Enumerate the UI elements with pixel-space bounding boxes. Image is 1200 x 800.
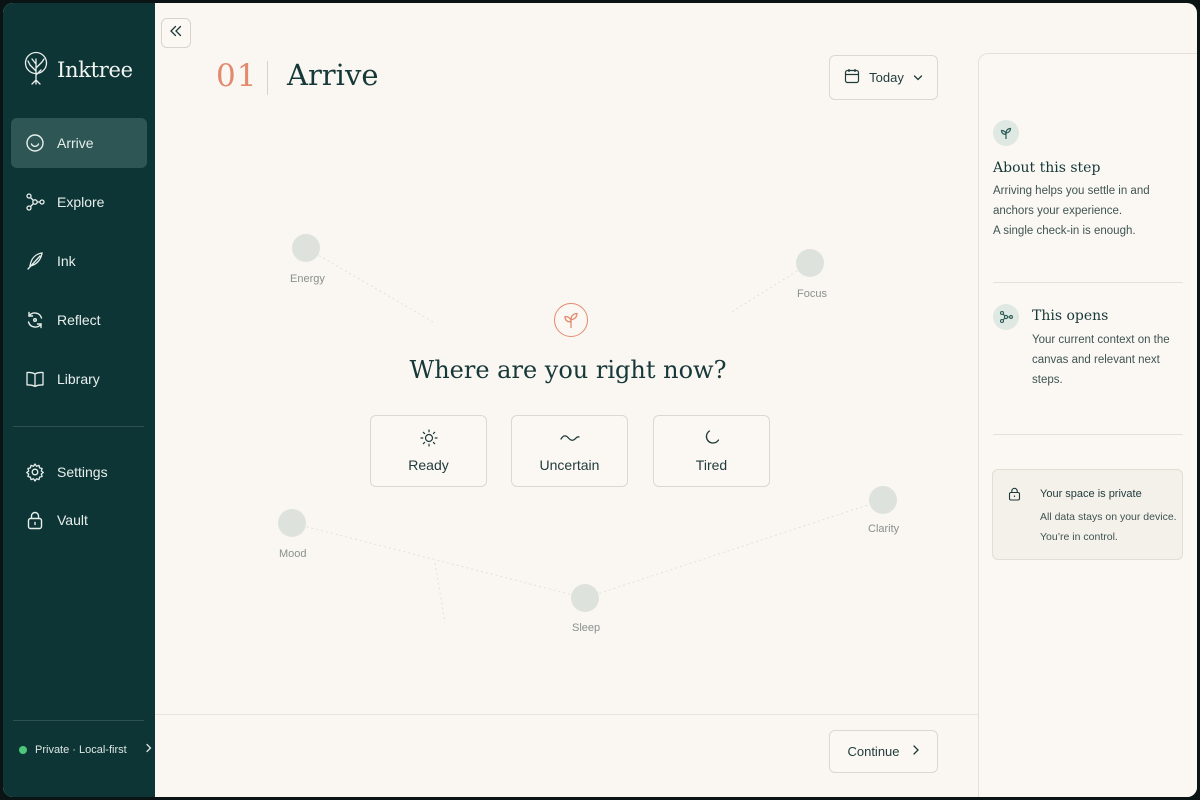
choice-label: Tired — [695, 457, 728, 473]
tree-logo-icon — [23, 51, 49, 90]
opens-text: Your current context on the canvas and r… — [1032, 330, 1182, 390]
lock-icon — [1008, 487, 1021, 506]
arrive-icon — [25, 133, 45, 153]
lock-icon — [25, 510, 45, 530]
privacy-card: Your space is private All data stays on … — [992, 469, 1183, 560]
moon-icon — [703, 429, 721, 450]
sidebar-item-arrive[interactable]: Arrive — [11, 118, 147, 168]
date-label: Today — [869, 70, 904, 85]
privacy-title: Your space is private — [1040, 488, 1142, 500]
sidebar-item-explore[interactable]: Explore — [11, 177, 147, 227]
sidebar-item-library[interactable]: Library — [11, 354, 147, 404]
network-badge-icon — [993, 304, 1019, 330]
sun-icon — [419, 429, 438, 450]
sidebar-item-label: Explore — [57, 194, 105, 210]
node-label-mood: Mood — [279, 548, 307, 560]
brand[interactable]: Inktree — [23, 51, 133, 90]
node-sleep[interactable] — [571, 584, 599, 612]
page-title: Arrive — [287, 58, 379, 92]
choice-tired-button[interactable]: Tired — [653, 415, 770, 487]
sidebar-nav: Arrive Explore Ink Reflect Library — [11, 118, 147, 413]
chevron-right-icon — [912, 744, 920, 759]
node-mood[interactable] — [278, 509, 306, 537]
sidebar-secondary-nav: Settings Vault — [11, 452, 147, 548]
privacy-text: All data stays on your device. You’re in… — [1040, 507, 1182, 547]
sidebar-item-label: Settings — [57, 464, 108, 480]
sidebar-item-label: Library — [57, 371, 100, 387]
choice-uncertain-button[interactable]: Uncertain — [511, 415, 628, 487]
app-name: Inktree — [57, 58, 133, 82]
double-chevron-left-icon — [169, 24, 183, 42]
sprout-badge-icon — [993, 120, 1019, 146]
choice-ready-button[interactable]: Ready — [370, 415, 487, 487]
node-clarity[interactable] — [869, 486, 897, 514]
checkin-question: Where are you right now? — [409, 356, 727, 384]
sidebar: Inktree Arrive Explore Ink Reflect Libra… — [3, 3, 155, 797]
privacy-line: You’re in control. — [1040, 531, 1118, 543]
node-energy[interactable] — [292, 234, 320, 262]
node-label-sleep: Sleep — [572, 622, 601, 634]
sidebar-item-label: Reflect — [57, 312, 101, 328]
about-text: Arriving helps you settle in and anchors… — [993, 181, 1183, 241]
wave-icon — [559, 429, 580, 450]
status-text: Private · Local-first — [35, 743, 127, 756]
about-line: anchors your experience. — [993, 205, 1123, 217]
explore-icon — [25, 192, 45, 212]
status-dot — [19, 745, 27, 754]
sidebar-item-settings[interactable]: Settings — [11, 452, 147, 492]
continue-button[interactable]: Continue — [829, 730, 938, 773]
sidebar-item-ink[interactable]: Ink — [11, 236, 147, 286]
sidebar-item-label: Ink — [57, 253, 76, 269]
chevron-right-icon — [145, 743, 153, 756]
panel-divider — [993, 434, 1183, 435]
node-focus[interactable] — [796, 249, 824, 277]
about-title: About this step — [993, 160, 1101, 176]
sidebar-item-vault[interactable]: Vault — [11, 500, 147, 540]
node-label-focus: Focus — [797, 288, 827, 300]
privacy-status[interactable]: Private · Local-first — [19, 743, 153, 756]
sidebar-divider — [13, 720, 144, 721]
node-label-energy: Energy — [290, 273, 325, 285]
calendar-icon — [844, 68, 860, 87]
step-number: 01 — [216, 58, 258, 94]
gear-icon — [25, 462, 45, 482]
reflect-icon — [25, 310, 45, 330]
privacy-line: All data stays on your device. — [1040, 511, 1177, 523]
node-label-clarity: Clarity — [868, 523, 900, 535]
date-picker-button[interactable]: Today — [829, 55, 938, 100]
opens-line: steps. — [1032, 374, 1063, 386]
opens-title: This opens — [1032, 308, 1109, 324]
choice-label: Uncertain — [539, 457, 600, 473]
sidebar-item-label: Arrive — [57, 135, 94, 151]
opens-line: Your current context on the — [1032, 334, 1170, 346]
title-divider — [267, 61, 268, 95]
step-info-panel: About this step Arriving helps you settl… — [978, 53, 1197, 797]
sidebar-divider — [13, 426, 144, 427]
footer-divider — [155, 714, 978, 715]
sprout-icon — [554, 303, 588, 337]
feather-icon — [25, 251, 45, 271]
about-line: Arriving helps you settle in and — [993, 185, 1150, 197]
context-canvas — [278, 234, 897, 624]
book-icon — [25, 369, 45, 389]
sidebar-item-reflect[interactable]: Reflect — [11, 295, 147, 345]
about-line: A single check-in is enough. — [993, 225, 1136, 237]
opens-line: canvas and relevant next — [1032, 354, 1160, 366]
continue-label: Continue — [847, 744, 900, 759]
app-window: Inktree Arrive Explore Ink Reflect Libra… — [3, 3, 1197, 797]
collapse-sidebar-button[interactable] — [161, 18, 191, 48]
panel-divider — [993, 282, 1183, 283]
chevron-down-icon — [913, 70, 923, 85]
sidebar-item-label: Vault — [57, 512, 88, 528]
choice-label: Ready — [408, 457, 449, 473]
